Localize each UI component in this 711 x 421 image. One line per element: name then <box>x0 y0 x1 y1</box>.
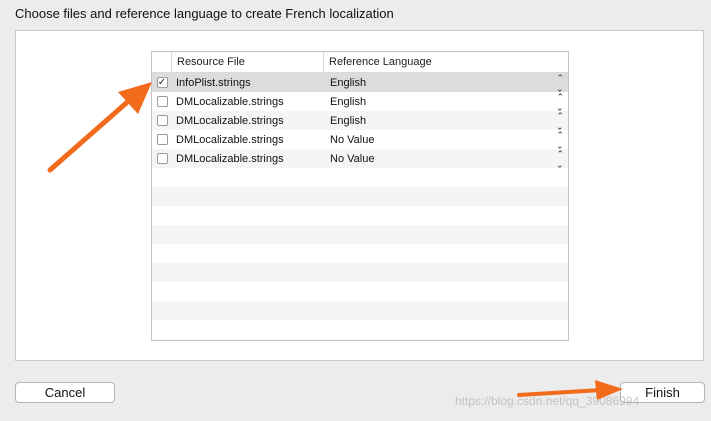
reference-language-popup[interactable]: No Value ⌃ ⌃ <box>324 149 568 168</box>
header-resource-file[interactable]: Resource File <box>172 52 324 72</box>
empty-table-row <box>152 301 568 320</box>
table-row[interactable]: ✓ InfoPlist.strings English ⌃ ⌃ <box>152 73 568 92</box>
empty-table-row <box>152 168 568 187</box>
checkbox-unchecked[interactable] <box>156 96 168 107</box>
header-checkbox-column <box>152 52 172 72</box>
reference-language-value: English <box>330 76 367 89</box>
reference-language-value: English <box>330 95 367 108</box>
table-header: Resource File Reference Language <box>152 52 568 73</box>
resource-table: Resource File Reference Language ✓ InfoPl… <box>151 51 569 341</box>
checkbox-unchecked[interactable] <box>156 115 168 126</box>
row-checkbox-cell <box>152 96 172 107</box>
empty-table-row <box>152 244 568 263</box>
table-row[interactable]: DMLocalizable.strings No Value ⌃ ⌃ <box>152 149 568 168</box>
row-checkbox-cell: ✓ <box>152 77 172 88</box>
checkbox-checked[interactable]: ✓ <box>156 77 168 88</box>
empty-table-row <box>152 263 568 282</box>
empty-table-row <box>152 339 568 340</box>
up-down-chevron-icon: ⌃ ⌃ <box>556 149 564 168</box>
resource-file-name: DMLocalizable.strings <box>176 95 284 108</box>
reference-language-popup[interactable]: English ⌃ ⌃ <box>324 92 568 111</box>
up-down-chevron-icon: ⌃ ⌃ <box>556 111 564 130</box>
empty-table-row <box>152 187 568 206</box>
reference-language-value: No Value <box>330 133 375 146</box>
table-row[interactable]: DMLocalizable.strings English ⌃ ⌃ <box>152 111 568 130</box>
row-checkbox-cell <box>152 115 172 126</box>
empty-table-row <box>152 225 568 244</box>
resource-file-name: InfoPlist.strings <box>176 76 251 89</box>
resource-file-name: DMLocalizable.strings <box>176 133 284 146</box>
empty-table-row <box>152 206 568 225</box>
reference-language-popup[interactable]: No Value ⌃ ⌃ <box>324 130 568 149</box>
row-checkbox-cell <box>152 153 172 164</box>
watermark-text: https://blog.csdn.net/qq_39086994 <box>455 394 640 408</box>
empty-table-row <box>152 320 568 339</box>
up-down-chevron-icon: ⌃ ⌃ <box>556 130 564 149</box>
up-down-chevron-icon: ⌃ ⌃ <box>556 92 564 111</box>
header-reference-language[interactable]: Reference Language <box>324 52 568 72</box>
dialog-prompt: Choose files and reference language to c… <box>15 6 394 21</box>
table-body: ✓ InfoPlist.strings English ⌃ ⌃ DMLocalizable… <box>152 73 568 340</box>
reference-language-value: English <box>330 114 367 127</box>
resource-file-name: DMLocalizable.strings <box>176 114 284 127</box>
reference-language-popup[interactable]: English ⌃ ⌃ <box>324 111 568 130</box>
row-checkbox-cell <box>152 134 172 145</box>
reference-language-value: No Value <box>330 152 375 165</box>
empty-table-row <box>152 282 568 301</box>
reference-language-popup[interactable]: English ⌃ ⌃ <box>324 73 568 92</box>
checkmark-icon: ✓ <box>157 77 167 88</box>
table-row[interactable]: DMLocalizable.strings No Value ⌃ ⌃ <box>152 130 568 149</box>
checkbox-unchecked[interactable] <box>156 134 168 145</box>
resource-file-name: DMLocalizable.strings <box>176 152 284 165</box>
checkbox-unchecked[interactable] <box>156 153 168 164</box>
up-down-chevron-icon: ⌃ ⌃ <box>556 73 564 92</box>
table-row[interactable]: DMLocalizable.strings English ⌃ ⌃ <box>152 92 568 111</box>
cancel-button[interactable]: Cancel <box>15 382 115 403</box>
localization-dialog: Choose files and reference language to c… <box>0 0 711 421</box>
